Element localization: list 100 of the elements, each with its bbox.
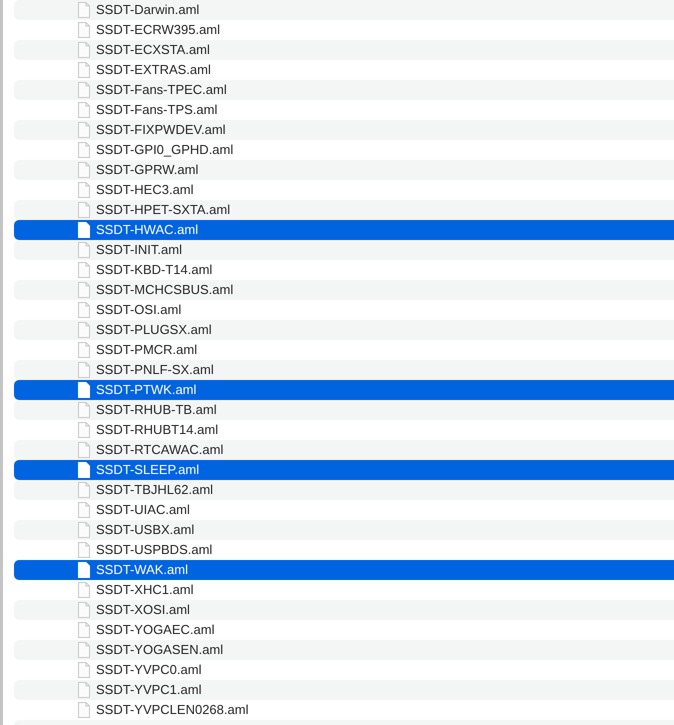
file-row[interactable]: SSDT-TBJHL62.aml [14, 480, 674, 500]
file-row[interactable]: SSDT-HWAC.aml [14, 220, 674, 240]
document-icon [78, 262, 90, 278]
file-name: SSDT-HPET-SXTA.aml [96, 202, 230, 218]
file-name: SSDT-KBD-T14.aml [96, 262, 212, 278]
file-row[interactable]: SSDT-HEC3.aml [14, 180, 674, 200]
file-name: SSDT-HEC3.aml [96, 182, 194, 198]
file-row[interactable]: SSDT-PTWK.aml [14, 380, 674, 400]
file-name: SSDT-ECXSTA.aml [96, 42, 210, 58]
file-row[interactable]: SSDT-WAK.aml [14, 560, 674, 580]
file-name: SSDT-OSI.aml [96, 302, 182, 318]
document-icon [78, 562, 90, 578]
file-row[interactable]: SSDT-PMCR.aml [14, 340, 674, 360]
file-row[interactable]: SSDT-MCHCSBUS.aml [14, 280, 674, 300]
file-name: SSDT-PTWK.aml [96, 382, 196, 398]
document-icon [78, 662, 90, 678]
file-row[interactable]: SSDT-OSI.aml [14, 300, 674, 320]
file-name: SSDT-GPI0_GPHD.aml [96, 142, 234, 158]
document-icon [78, 102, 90, 118]
file-row[interactable]: SSDT-YVPC0.aml [14, 660, 674, 680]
file-row[interactable]: SSDT-UIAC.aml [14, 500, 674, 520]
file-row[interactable]: SSDT-SLEEP.aml [14, 460, 674, 480]
file-row[interactable]: SSDT-GPI0_GPHD.aml [14, 140, 674, 160]
file-name: SSDT-RTCAWAC.aml [96, 442, 224, 458]
file-row[interactable]: SSDT-RTCAWAC.aml [14, 440, 674, 460]
file-row[interactable]: SSDT-YOGASEN.aml [14, 640, 674, 660]
file-name: SSDT-YVPC0.aml [96, 662, 202, 678]
document-icon [78, 422, 90, 438]
file-row[interactable]: SSDT-XHC1.aml [14, 580, 674, 600]
file-name: SSDT-Darwin.aml [96, 2, 200, 18]
file-name: SSDT-XHC1.aml [96, 582, 194, 598]
file-name: SSDT-GPRW.aml [96, 162, 198, 178]
document-icon [78, 602, 90, 618]
file-name: SSDT-YVPCLEN0268.aml [96, 702, 248, 718]
file-row[interactable]: SSDT-USPBDS.aml [14, 540, 674, 560]
file-name: SSDT-USBX.aml [96, 522, 194, 538]
document-icon [78, 202, 90, 218]
document-icon [78, 462, 90, 478]
document-icon [78, 182, 90, 198]
file-name: SSDT-YOGAEC.aml [96, 622, 214, 638]
file-row[interactable]: SSDT-USBX.aml [14, 520, 674, 540]
file-row[interactable]: SSDT-RHUBT14.aml [14, 420, 674, 440]
document-icon [78, 142, 90, 158]
file-name: SSDT-USPBDS.aml [96, 542, 212, 558]
file-name: SSDT-YVPC1.aml [96, 682, 202, 698]
document-icon [78, 122, 90, 138]
file-name: SSDT-ECRW395.aml [96, 22, 220, 38]
file-name: SSDT-Fans-TPS.aml [96, 102, 218, 118]
file-row[interactable]: SSDT-ECXSTA.aml [14, 40, 674, 60]
document-icon [78, 382, 90, 398]
file-name: SSDT-MCHCSBUS.aml [96, 282, 234, 298]
document-icon [78, 302, 90, 318]
file-name: SSDT-FIXPWDEV.aml [96, 122, 226, 138]
document-icon [78, 522, 90, 538]
document-icon [78, 682, 90, 698]
document-icon [78, 362, 90, 378]
document-icon [78, 622, 90, 638]
document-icon [78, 242, 90, 258]
document-icon [78, 22, 90, 38]
file-row[interactable]: SSDT-YVPC1.aml [14, 680, 674, 700]
file-name: SSDT-UIAC.aml [96, 502, 190, 518]
file-row[interactable]: SSDT-XOSI.aml [14, 600, 674, 620]
document-icon [78, 442, 90, 458]
file-row[interactable]: SSDT-RHUB-TB.aml [14, 400, 674, 420]
document-icon [78, 2, 90, 18]
document-icon [78, 482, 90, 498]
file-row[interactable]: SSDT-Darwin.aml [14, 0, 674, 20]
file-name: SSDT-XOSI.aml [96, 602, 190, 618]
file-name: SSDT-WAK.aml [96, 562, 188, 578]
document-icon [78, 82, 90, 98]
file-name: SSDT-PMCR.aml [96, 342, 198, 358]
document-icon [78, 322, 90, 338]
document-icon [78, 282, 90, 298]
file-name: SSDT-HWAC.aml [96, 222, 198, 238]
document-icon [78, 342, 90, 358]
file-row[interactable]: SSDT-GPRW.aml [14, 160, 674, 180]
file-row[interactable]: SSDT-YOGAEC.aml [14, 620, 674, 640]
file-name: SSDT-PLUGSX.aml [96, 322, 212, 338]
file-row[interactable]: SSDT-YVPCLEN0268.aml [14, 700, 674, 720]
file-name: SSDT-INIT.aml [96, 242, 182, 258]
file-row[interactable]: SSDT-FIXPWDEV.aml [14, 120, 674, 140]
file-row[interactable]: SSDT-ECRW395.aml [14, 20, 674, 40]
document-icon [78, 702, 90, 718]
file-row[interactable]: SSDT-KBD-T14.aml [14, 260, 674, 280]
file-name: SSDT-TBJHL62.aml [96, 482, 214, 498]
document-icon [78, 62, 90, 78]
file-row[interactable]: SSDT-EXTRAS.aml [14, 60, 674, 80]
file-row[interactable]: SSDT-PLUGSX.aml [14, 320, 674, 340]
file-row[interactable]: SSDT-INIT.aml [14, 240, 674, 260]
file-row[interactable]: SSDT-PNLF-SX.aml [14, 360, 674, 380]
file-row[interactable]: SSDT-Fans-TPS.aml [14, 100, 674, 120]
file-name: SSDT-RHUB-TB.aml [96, 402, 217, 418]
document-icon [78, 162, 90, 178]
document-icon [78, 42, 90, 58]
file-row[interactable]: SSDT-HPET-SXTA.aml [14, 200, 674, 220]
file-row[interactable]: SSDT-Fans-TPEC.aml [14, 80, 674, 100]
document-icon [78, 642, 90, 658]
file-name: SSDT-SLEEP.aml [96, 462, 200, 478]
document-icon [78, 502, 90, 518]
file-name: SSDT-PNLF-SX.aml [96, 362, 214, 378]
